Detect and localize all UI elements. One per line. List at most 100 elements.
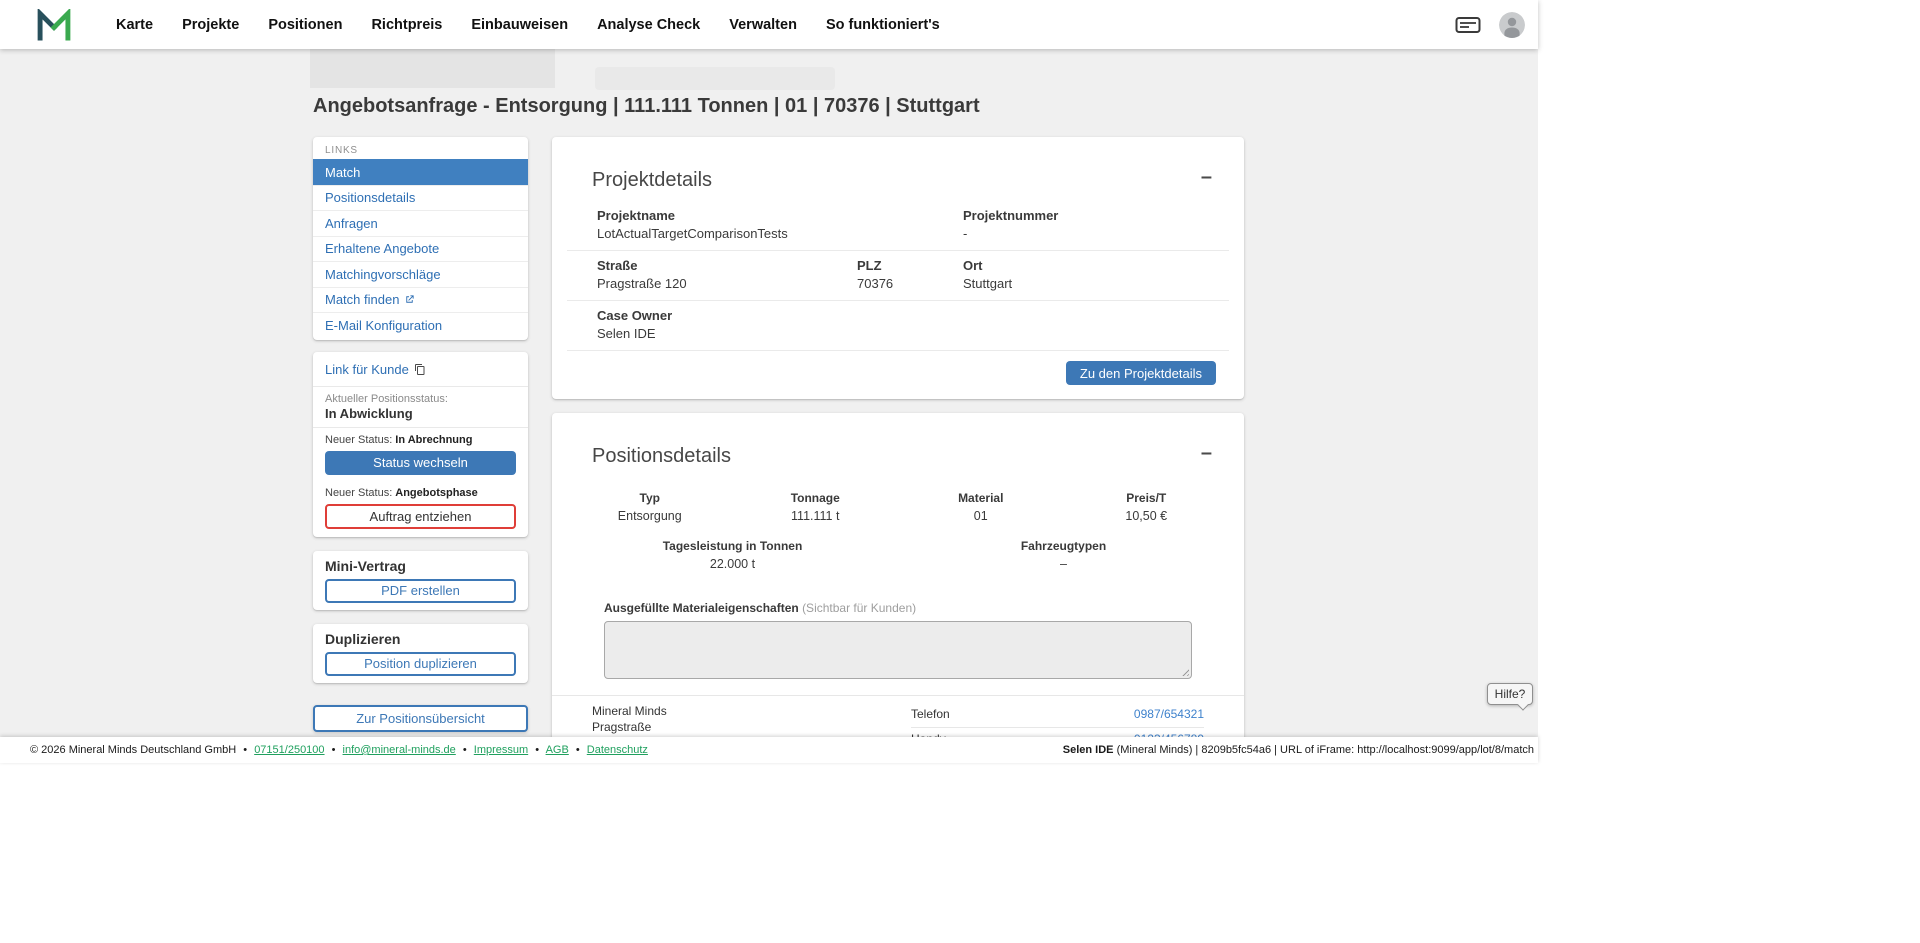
footer-user: Selen IDE	[1063, 744, 1114, 756]
plz-label: PLZ	[857, 258, 963, 273]
typ-value: Entsorgung	[567, 509, 733, 523]
duplicate-title: Duplizieren	[325, 631, 516, 647]
phone-row: Telefon 0987/654321	[911, 703, 1204, 728]
footer-agb-link[interactable]: AGB	[546, 744, 569, 756]
case-owner-label: Case Owner	[597, 308, 857, 323]
project-row-2: Straße Pragstraße 120 PLZ 70376 Ort Stut…	[567, 251, 1229, 301]
nav-item-verwalten[interactable]: Verwalten	[729, 17, 797, 33]
user-avatar-icon[interactable]	[1499, 12, 1525, 38]
preis-t-value: 10,50 €	[1064, 509, 1230, 523]
position-fields-row-1: Typ Entsorgung Tonnage 111.111 t Materia…	[567, 491, 1229, 523]
current-status-label: Aktueller Positionsstatus:	[325, 393, 516, 405]
nav-item-richtpreis[interactable]: Richtpreis	[371, 17, 442, 33]
footer-impressum-link[interactable]: Impressum	[474, 744, 528, 756]
next-status-line-1: Neuer Status:In Abrechnung	[325, 434, 516, 446]
top-navbar: Karte Projekte Positionen Richtpreis Ein…	[0, 0, 1538, 49]
preis-t-label: Preis/T	[1064, 491, 1230, 505]
app-viewport: Karte Projekte Positionen Richtpreis Ein…	[0, 0, 1538, 943]
links-label: LINKS	[313, 137, 528, 159]
footer-phone-link[interactable]: 07151/250100	[254, 744, 324, 756]
project-row-3: Case Owner Selen IDE	[567, 301, 1229, 351]
contact-numbers: Telefon 0987/654321 Handy 0123/456789	[911, 703, 1204, 737]
revoke-order-button[interactable]: Auftrag entziehen	[325, 504, 516, 529]
help-button[interactable]: Hilfe?	[1487, 683, 1533, 705]
ort-label: Ort	[963, 258, 1229, 273]
mini-contract-title: Mini-Vertrag	[325, 558, 516, 574]
menu-item-match[interactable]: Match	[313, 159, 528, 185]
menu-item-matchingvorschlaege[interactable]: Matchingvorschläge	[313, 261, 528, 287]
tagesleistung-value: 22.000 t	[567, 557, 898, 571]
current-status-value: In Abwicklung	[325, 406, 516, 421]
material-properties-label: Ausgefüllte Materialeigenschaften (Sicht…	[604, 601, 1192, 615]
pdf-create-button[interactable]: PDF erstellen	[325, 579, 516, 603]
nav-item-einbauweisen[interactable]: Einbauweisen	[471, 17, 568, 33]
menu-item-match-finden[interactable]: Match finden	[313, 287, 528, 313]
tonnage-value: 111.111 t	[733, 509, 899, 523]
next-status-line-2: Neuer Status:Angebotsphase	[325, 487, 516, 499]
projektname-value: LotActualTargetComparisonTests	[597, 226, 857, 241]
customer-link[interactable]: Link für Kunde	[325, 362, 409, 377]
links-menu-card: LINKS Match Positionsdetails Anfragen Er…	[313, 137, 528, 340]
status-card: Link für Kunde Aktueller Positionsstatus…	[313, 352, 528, 537]
mineral-minds-logo	[36, 9, 72, 41]
footer-copyright: © 2026 Mineral Minds Deutschland GmbH	[30, 744, 236, 756]
position-details-title: Positionsdetails	[592, 443, 731, 469]
to-project-details-button[interactable]: Zu den Projektdetails	[1066, 361, 1216, 385]
skeleton-block	[310, 49, 555, 88]
external-link-icon	[404, 294, 415, 305]
projektnummer-value: -	[963, 226, 1229, 241]
fahrzeugtypen-label: Fahrzeugtypen	[898, 539, 1229, 553]
contact-address: Mineral Minds Pragstraße 70376 Stuttgart	[592, 703, 911, 737]
position-overview-button[interactable]: Zur Positionsübersicht	[313, 705, 528, 732]
material-properties-textarea[interactable]	[604, 621, 1192, 679]
fahrzeugtypen-value: –	[898, 557, 1229, 571]
navbar-right	[1455, 12, 1525, 38]
skeleton-block	[595, 67, 835, 90]
main-nav: Karte Projekte Positionen Richtpreis Ein…	[116, 17, 940, 33]
main-content: Projektdetails – Projektname LotActualTa…	[552, 137, 1244, 737]
position-details-card: Positionsdetails – Typ Entsorgung Tonnag…	[552, 413, 1244, 737]
project-details-card: Projektdetails – Projektname LotActualTa…	[552, 137, 1244, 399]
nav-item-projekte[interactable]: Projekte	[182, 17, 239, 33]
duplicate-position-button[interactable]: Position duplizieren	[325, 652, 516, 676]
case-owner-value: Selen IDE	[597, 326, 857, 341]
divider	[313, 427, 528, 428]
material-value: 01	[898, 509, 1064, 523]
footer-session-info: Selen IDE (Mineral Minds) | 8209b5fc54a6…	[1063, 744, 1534, 756]
nav-item-analyse-check[interactable]: Analyse Check	[597, 17, 700, 33]
nav-item-positionen[interactable]: Positionen	[268, 17, 342, 33]
phone-label: Telefon	[911, 707, 950, 721]
ort-value: Stuttgart	[963, 276, 1229, 291]
menu-item-positionsdetails[interactable]: Positionsdetails	[313, 185, 528, 211]
position-fields-row-2: Tagesleistung in Tonnen 22.000 t Fahrzeu…	[567, 539, 1229, 571]
projektnummer-label: Projektnummer	[963, 208, 1229, 223]
page-title: Angebotsanfrage - Entsorgung | 111.111 T…	[313, 95, 980, 118]
tagesleistung-label: Tagesleistung in Tonnen	[567, 539, 898, 553]
project-row-1: Projektname LotActualTargetComparisonTes…	[567, 201, 1229, 251]
card-reader-icon[interactable]	[1455, 15, 1481, 35]
collapse-minus-icon[interactable]: –	[1197, 167, 1216, 187]
nav-item-karte[interactable]: Karte	[116, 17, 153, 33]
menu-item-email-konfiguration[interactable]: E-Mail Konfiguration	[313, 312, 528, 338]
sidebar: LINKS Match Positionsdetails Anfragen Er…	[313, 137, 528, 732]
mobile-row: Handy 0123/456789	[911, 728, 1204, 737]
collapse-minus-icon[interactable]: –	[1197, 443, 1216, 463]
duplicate-card: Duplizieren Position duplizieren	[313, 624, 528, 683]
menu-item-anfragen[interactable]: Anfragen	[313, 210, 528, 236]
menu-item-erhaltene-angebote[interactable]: Erhaltene Angebote	[313, 236, 528, 262]
divider	[313, 386, 528, 387]
strasse-value: Pragstraße 120	[597, 276, 857, 291]
projektname-label: Projektname	[597, 208, 857, 223]
footer-datenschutz-link[interactable]: Datenschutz	[587, 744, 648, 756]
tonnage-label: Tonnage	[733, 491, 899, 505]
phone-link[interactable]: 0987/654321	[1134, 707, 1204, 721]
page-background: Angebotsanfrage - Entsorgung | 111.111 T…	[0, 49, 1538, 737]
nav-item-so-funktionierts[interactable]: So funktioniert's	[826, 17, 940, 33]
status-change-button[interactable]: Status wechseln	[325, 451, 516, 475]
project-details-title: Projektdetails	[592, 167, 712, 193]
copy-icon	[414, 363, 426, 376]
typ-label: Typ	[567, 491, 733, 505]
app-logo[interactable]	[36, 9, 72, 41]
contact-company: Mineral Minds	[592, 703, 911, 719]
footer-email-link[interactable]: info@mineral-minds.de	[343, 744, 456, 756]
